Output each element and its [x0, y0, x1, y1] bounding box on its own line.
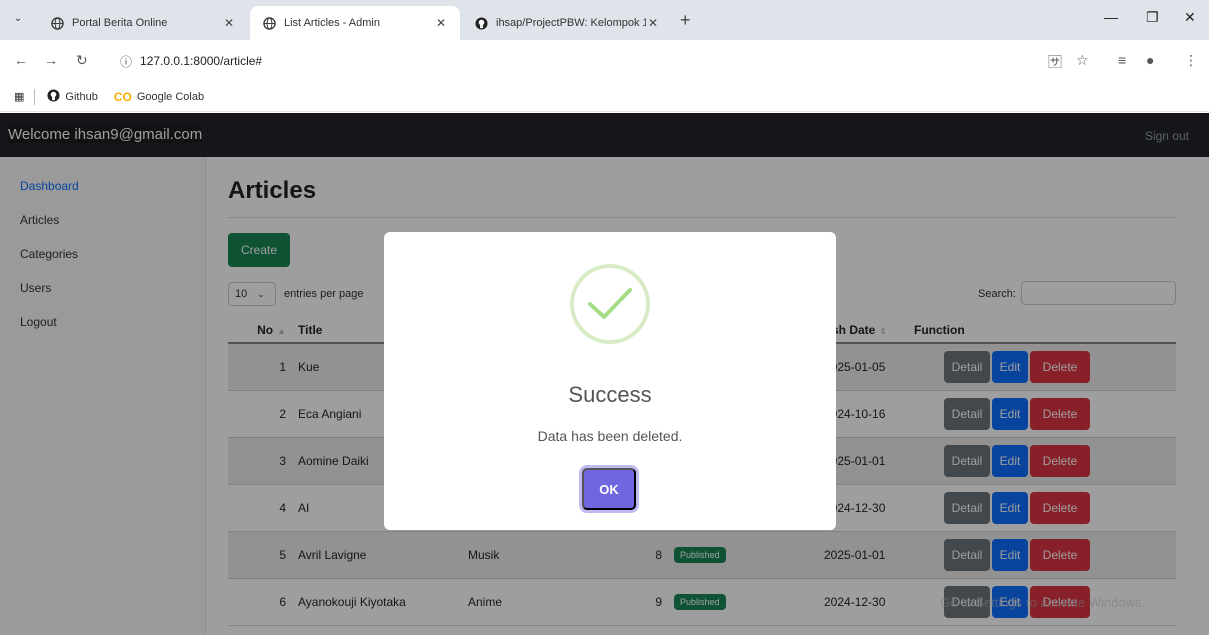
github-icon: [47, 88, 60, 105]
bookmark-label: Google Colab: [136, 90, 205, 103]
minimize-icon[interactable]: —: [1104, 9, 1118, 25]
tab-title: List Articles - Admin: [284, 17, 380, 29]
success-dialog: Success Data has been deleted. OK: [384, 232, 836, 530]
bookmark-github[interactable]: Github: [47, 88, 98, 105]
bookmark-label: Github: [65, 90, 98, 103]
new-tab-plus-icon[interactable]: +: [680, 10, 691, 31]
dialog-title: Success: [568, 382, 652, 407]
tab-github-project[interactable]: ihsap/ProjectPBW: Kelompok 1 ✕: [462, 6, 672, 40]
colab-icon: CO: [113, 89, 132, 104]
star-icon[interactable]: ☆: [1076, 52, 1089, 69]
success-check-icon: [570, 264, 650, 344]
dialog-message: Data has been deleted.: [537, 428, 683, 444]
profile-avatar-icon[interactable]: ●: [1146, 52, 1154, 68]
info-icon[interactable]: ⓘ: [120, 53, 132, 70]
github-icon: [474, 16, 488, 30]
windows-activation-watermark: Go to Settings to activate Windows.: [940, 595, 1146, 610]
browser-tab-bar: ⌄ Portal Berita Online ✕ List Articles -…: [0, 0, 1209, 40]
more-menu-icon[interactable]: ⋮: [1184, 52, 1198, 69]
reading-list-icon[interactable]: ≡: [1118, 52, 1126, 68]
maximize-icon[interactable]: ❐: [1146, 9, 1159, 26]
close-icon[interactable]: ✕: [646, 16, 660, 30]
globe-icon: [262, 16, 276, 30]
globe-icon: [50, 16, 64, 30]
window-close-icon[interactable]: ✕: [1184, 9, 1196, 26]
apps-grid-icon[interactable]: ▦: [14, 90, 24, 103]
tab-title: Portal Berita Online: [72, 17, 168, 29]
browser-address-bar: ← → ↻ ⓘ 127.0.0.1:8000/article# 🈂 ☆ ≡ ● …: [0, 40, 1209, 82]
url-field[interactable]: ⓘ 127.0.0.1:8000/article#: [110, 47, 1140, 75]
bookmarks-bar: ▦ Github CO Google Colab: [0, 82, 1209, 112]
bookmark-separator: [34, 88, 36, 105]
url-text: 127.0.0.1:8000/article#: [140, 54, 263, 68]
close-icon[interactable]: ✕: [222, 16, 236, 30]
translate-icon[interactable]: 🈂: [1048, 52, 1062, 72]
forward-arrow-icon[interactable]: →: [44, 52, 58, 68]
reload-icon[interactable]: ↻: [76, 52, 88, 69]
tab-portal-berita[interactable]: Portal Berita Online ✕: [38, 6, 248, 40]
tab-search-icon[interactable]: ⌄: [10, 11, 26, 27]
bookmark-google-colab[interactable]: CO Google Colab: [114, 90, 204, 104]
tab-list-articles[interactable]: List Articles - Admin ✕: [250, 6, 460, 40]
tab-title: ihsap/ProjectPBW: Kelompok 1: [496, 17, 646, 29]
back-arrow-icon[interactable]: ←: [14, 52, 28, 68]
ok-button[interactable]: OK: [582, 468, 636, 510]
close-icon[interactable]: ✕: [434, 16, 448, 30]
